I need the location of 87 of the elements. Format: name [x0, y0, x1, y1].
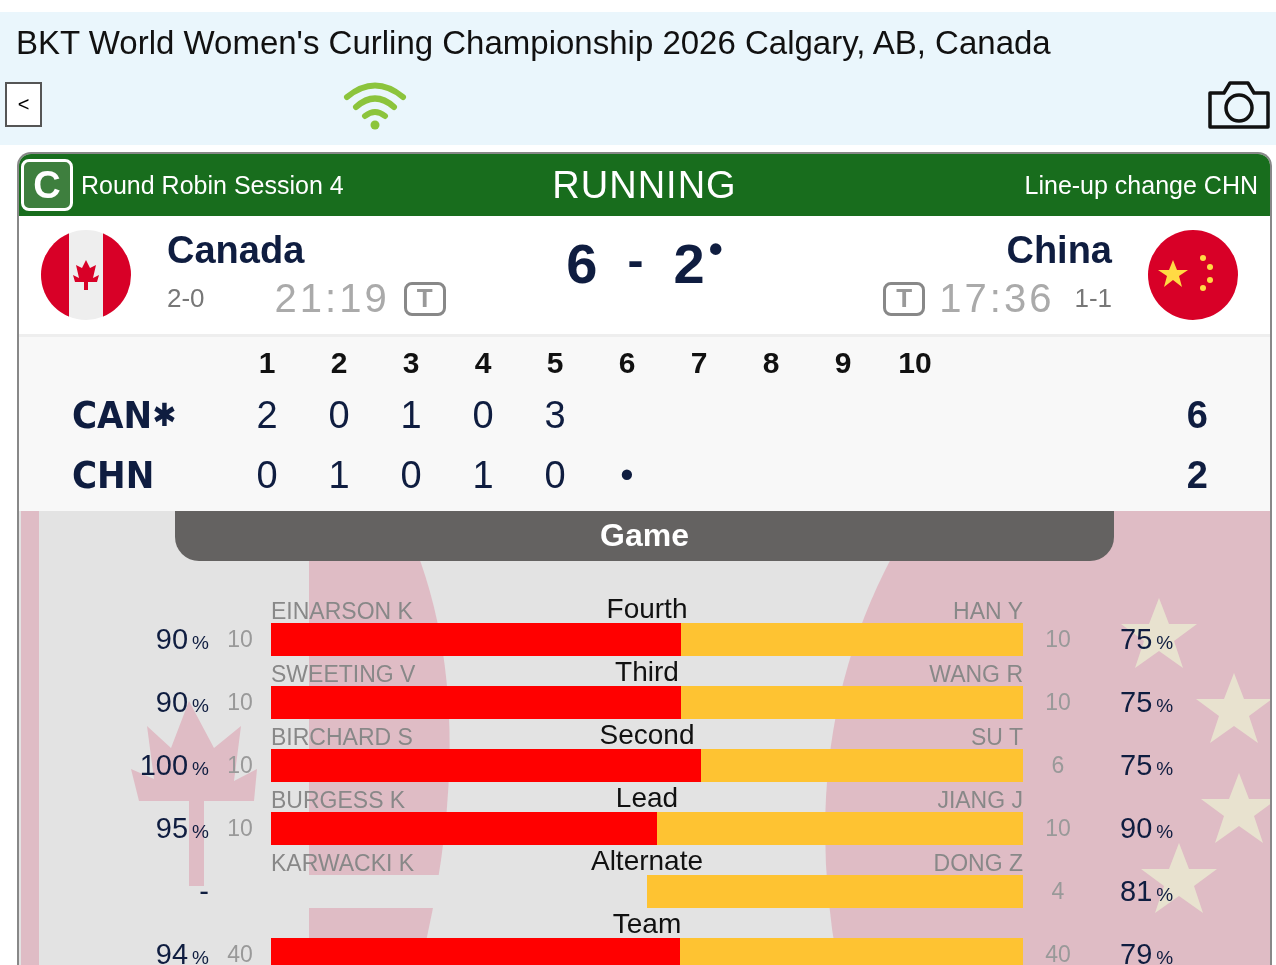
shot-count: 40 — [1044, 941, 1072, 965]
shot-percentage: 75% — [1119, 749, 1175, 782]
end-number: 6 — [617, 346, 637, 380]
end-number: 7 — [689, 346, 709, 380]
total-score: 6 — [1185, 393, 1209, 437]
player-name: BURGESS K — [271, 787, 407, 814]
score-separator: - — [627, 232, 644, 288]
player-name: EINARSON K — [271, 598, 414, 625]
shot-percentage: 75% — [1119, 686, 1175, 719]
end-score: • — [619, 453, 635, 497]
shot-count: 10 — [226, 815, 254, 842]
shot-count: 10 — [1044, 626, 1072, 653]
shot-count: 10 — [1044, 815, 1072, 842]
position-label: Team — [612, 908, 682, 940]
shot-percentage: 79% — [1119, 938, 1175, 965]
team-name: China — [1006, 229, 1112, 272]
player-name: SWEETING V — [271, 661, 417, 688]
end-score: 0 — [327, 393, 351, 437]
position-label: Alternate — [590, 845, 704, 877]
position-label: Lead — [615, 782, 679, 814]
shot-percentage: 81% — [1119, 875, 1175, 908]
thinking-time: 21:19 — [274, 276, 390, 321]
end-number: 5 — [545, 346, 565, 380]
end-score: 0 — [255, 453, 279, 497]
thinking-time: 17:36 — [939, 276, 1055, 321]
shot-count: 10 — [226, 626, 254, 653]
shot-count: 10 — [1044, 689, 1072, 716]
event-title: BKT World Women's Curling Championship 2026 Calgary, AB, Canada — [15, 23, 1052, 63]
team-name: Canada — [167, 229, 305, 272]
end-score: 1 — [327, 453, 351, 497]
team-code: CAN — [72, 393, 153, 437]
shot-count: 10 — [226, 752, 254, 779]
shot-percentage: - — [198, 875, 209, 908]
end-number: 1 — [257, 346, 277, 380]
shot-count: 40 — [226, 941, 254, 965]
hammer-marker: ✱ — [152, 396, 177, 434]
position-label: Fourth — [606, 593, 688, 625]
shot-percentage: 90% — [1119, 812, 1175, 845]
back-button[interactable]: < — [5, 82, 42, 127]
hammer-dot: • — [708, 226, 723, 272]
team-record: 2-0 — [167, 283, 205, 314]
timeout-indicator: T — [883, 281, 926, 316]
shot-percentage: 75% — [1119, 623, 1175, 656]
end-number: 9 — [833, 346, 853, 380]
end-number: 10 — [897, 346, 933, 380]
end-score: 3 — [543, 393, 567, 437]
home-score: 6 — [566, 230, 598, 296]
game-tab[interactable]: Game — [175, 511, 1114, 561]
competition-badge: C — [21, 159, 73, 211]
shot-count: 6 — [1050, 752, 1066, 779]
shot-percentage: 94% — [154, 938, 209, 965]
player-name: WANG R — [928, 661, 1023, 688]
player-name: JIANG J — [936, 787, 1023, 814]
camera-icon[interactable] — [1206, 78, 1272, 131]
end-score: 0 — [543, 453, 567, 497]
end-number: 4 — [473, 346, 493, 380]
shot-percentage: 90% — [154, 623, 209, 656]
game-status: RUNNING — [552, 163, 737, 207]
session-label: Round Robin Session 4 — [81, 170, 344, 200]
wifi-icon — [342, 79, 408, 130]
shot-percentage: 95% — [154, 812, 209, 845]
team-record: 1-1 — [1074, 283, 1112, 314]
end-score: 1 — [399, 393, 423, 437]
shot-percentage: 90% — [154, 686, 209, 719]
china-flag-icon — [1148, 230, 1238, 320]
position-label: Second — [599, 719, 695, 751]
shot-count: 4 — [1050, 878, 1066, 905]
shot-count: 10 — [226, 689, 254, 716]
end-score: 0 — [471, 393, 495, 437]
away-score: 2 — [673, 230, 705, 296]
player-name: SU T — [970, 724, 1023, 751]
player-name: BIRCHARD S — [271, 724, 414, 751]
end-number: 3 — [401, 346, 421, 380]
end-number: 2 — [329, 346, 349, 380]
end-score: 1 — [471, 453, 495, 497]
player-name: DONG Z — [932, 850, 1023, 877]
position-label: Third — [615, 656, 679, 688]
player-name: KARWACKI K — [271, 850, 416, 877]
timeout-indicator: T — [403, 281, 446, 316]
player-name: HAN Y — [952, 598, 1023, 625]
end-score: 2 — [255, 393, 279, 437]
end-number: 8 — [761, 346, 781, 380]
total-score: 2 — [1185, 453, 1209, 497]
lineup-notice: Line-up change CHN — [1024, 170, 1258, 200]
end-score: 0 — [399, 453, 423, 497]
shot-percentage: 100% — [138, 749, 209, 782]
team-code: CHN — [72, 453, 155, 497]
